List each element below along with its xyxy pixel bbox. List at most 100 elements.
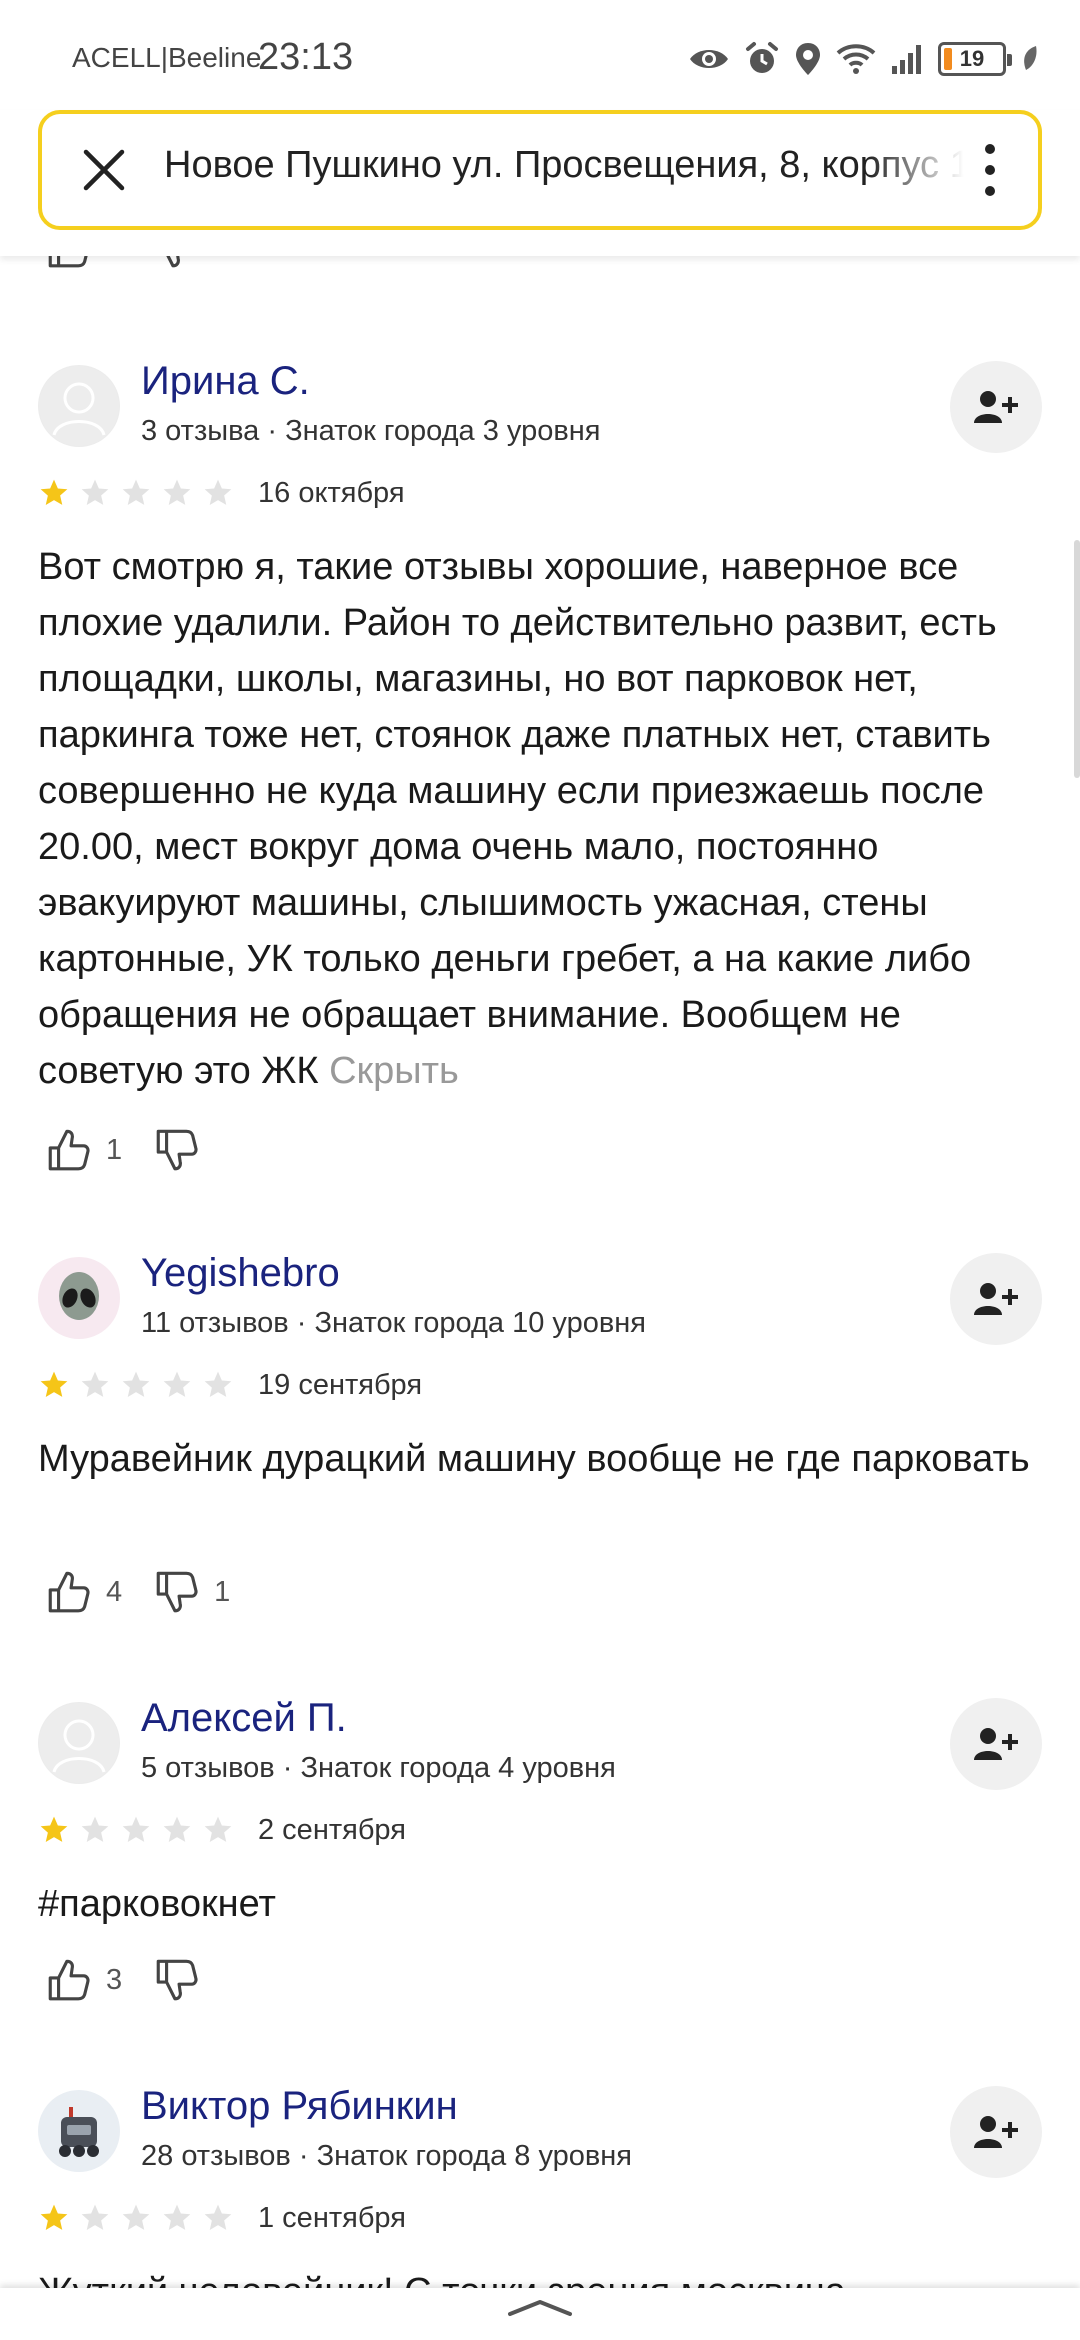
alien-icon <box>59 1272 99 1320</box>
search-header: Новое Пушкино ул. Просвещения, 8, корпус… <box>0 110 1080 256</box>
dislike-button[interactable] <box>152 1955 202 2005</box>
review-reactions: 3 <box>44 1955 202 2005</box>
review-author-meta: 5 отзывов · Знаток города 4 уровня <box>141 1752 616 1784</box>
leaf-icon <box>1024 46 1037 70</box>
dislike-icon <box>156 1959 198 2001</box>
avatar[interactable] <box>38 2090 120 2172</box>
wifi-icon <box>836 44 876 74</box>
bottom-sheet-bar[interactable] <box>0 2288 1080 2340</box>
rating-row: 2 сентября <box>38 1810 406 1850</box>
location-icon <box>796 43 820 75</box>
like-count: 3 <box>106 1963 123 1996</box>
star-empty-icon <box>204 2204 232 2230</box>
review-author-meta: 11 отзывов · Знаток города 10 уровня <box>141 1307 646 1339</box>
star-empty-icon <box>204 479 232 505</box>
rating-row: 16 октября <box>38 473 405 513</box>
like-button[interactable]: 3 <box>44 1955 122 2005</box>
avatar[interactable] <box>38 1702 120 1784</box>
dislike-button[interactable]: 1 <box>152 1567 230 1617</box>
follow-author-button[interactable] <box>950 1253 1042 1345</box>
star-empty-icon <box>81 1816 109 1842</box>
dislike-icon <box>156 1129 198 1171</box>
star-empty-icon <box>122 479 150 505</box>
hide-text-link[interactable]: Скрыть <box>329 1050 459 1092</box>
add-user-icon <box>974 1728 1018 1760</box>
star-filled-icon <box>40 1816 68 1842</box>
star-empty-icon <box>122 2204 150 2230</box>
dot-icon <box>985 186 995 196</box>
star-rating <box>38 1814 234 1846</box>
star-rating <box>38 477 234 509</box>
follow-author-button[interactable] <box>950 1698 1042 1790</box>
close-button[interactable] <box>74 140 134 200</box>
review-date: 1 сентября <box>258 2201 406 2234</box>
status-bar: ACELL|Beeline 23:13 19 <box>0 0 1080 110</box>
star-filled-icon <box>40 1371 68 1397</box>
status-icons: 19 <box>688 36 1040 82</box>
review-date: 19 сентября <box>258 1368 423 1401</box>
like-count: 4 <box>106 1575 123 1608</box>
avatar[interactable] <box>38 1257 120 1339</box>
like-count: 1 <box>106 1133 123 1166</box>
review-author[interactable]: Ирина С. <box>141 359 310 404</box>
battery-icon: 19 <box>938 42 1012 76</box>
star-filled-icon <box>40 2204 68 2230</box>
dislike-count: 1 <box>214 1575 231 1608</box>
star-rating <box>38 2202 234 2234</box>
review-reactions: 1 <box>44 1125 202 1175</box>
clock: 23:13 <box>258 36 354 78</box>
review-date: 16 октября <box>258 476 405 509</box>
avatar[interactable] <box>38 365 120 447</box>
star-empty-icon <box>163 2204 191 2230</box>
user-placeholder-icon <box>39 1703 119 1783</box>
add-user-icon <box>974 391 1018 423</box>
dot-icon <box>985 144 995 154</box>
star-empty-icon <box>163 479 191 505</box>
review-author-meta: 28 отзывов · Знаток города 8 уровня <box>141 2140 633 2172</box>
scrollbar[interactable] <box>1074 540 1080 778</box>
review-date: 2 сентября <box>258 1813 406 1846</box>
eye-icon <box>690 50 728 68</box>
star-rating <box>38 1369 234 1401</box>
like-icon <box>48 1959 90 2001</box>
like-button[interactable]: 1 <box>44 1125 122 1175</box>
follow-author-button[interactable] <box>950 2086 1042 2178</box>
follow-author-button[interactable] <box>950 361 1042 453</box>
close-icon <box>83 149 125 191</box>
star-filled-icon <box>40 479 68 505</box>
like-icon <box>48 1129 90 1171</box>
dot-icon <box>985 165 995 175</box>
search-query[interactable]: Новое Пушкино ул. Просвещения, 8, корпус… <box>164 144 964 187</box>
alarm-icon <box>746 42 778 73</box>
dislike-icon <box>156 1571 198 1613</box>
more-options-button[interactable] <box>970 140 1010 200</box>
review-reactions: 4 1 <box>44 1567 230 1617</box>
star-empty-icon <box>204 1816 232 1842</box>
review-author[interactable]: Алексей П. <box>141 1696 347 1741</box>
signal-icon <box>892 45 921 74</box>
user-placeholder-icon <box>39 366 119 446</box>
battery-level: 19 <box>959 46 985 71</box>
star-empty-icon <box>204 1371 232 1397</box>
robot-avatar-icon <box>59 2107 99 2157</box>
star-empty-icon <box>122 1371 150 1397</box>
review-author[interactable]: Виктор Рябинкин <box>141 2084 458 2129</box>
star-empty-icon <box>81 2204 109 2230</box>
carrier-name: ACELL|Beeline <box>72 42 262 73</box>
star-empty-icon <box>163 1816 191 1842</box>
like-icon <box>48 1571 90 1613</box>
review-author-meta: 3 отзыва · Знаток города 3 уровня <box>141 415 601 447</box>
like-button[interactable]: 4 <box>44 1567 122 1617</box>
rating-row: 1 сентября <box>38 2198 406 2238</box>
review-text: Вот смотрю я, такие отзывы хорошие, наве… <box>38 539 1048 1099</box>
star-empty-icon <box>81 479 109 505</box>
search-bar[interactable]: Новое Пушкино ул. Просвещения, 8, корпус… <box>38 110 1042 230</box>
review-author[interactable]: Yegishebro <box>141 1251 340 1296</box>
review-text: #парковокнет <box>38 1883 276 1925</box>
star-empty-icon <box>163 1371 191 1397</box>
review-body: Вот смотрю я, такие отзывы хорошие, наве… <box>38 546 997 1092</box>
add-user-icon <box>974 1283 1018 1315</box>
dislike-button[interactable] <box>152 1125 202 1175</box>
add-user-icon <box>974 2116 1018 2148</box>
chevron-up-icon[interactable] <box>506 2296 574 2318</box>
